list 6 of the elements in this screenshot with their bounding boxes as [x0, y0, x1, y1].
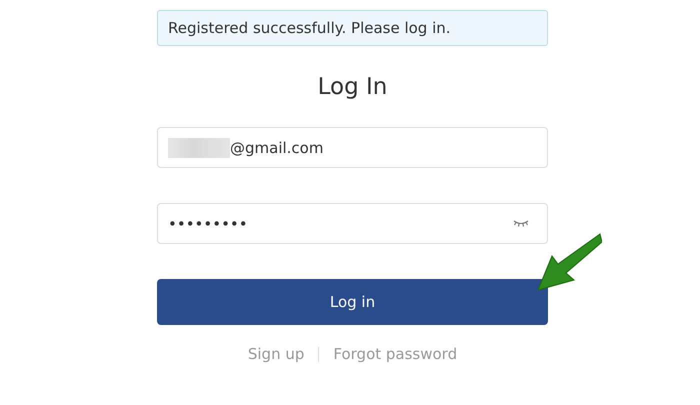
password-field[interactable]: •••••••••	[157, 203, 548, 244]
eye-closed-icon[interactable]	[513, 219, 529, 228]
login-button[interactable]: Log in	[157, 279, 548, 325]
success-alert: Registered successfully. Please log in.	[157, 10, 548, 46]
page-title: Log In	[318, 73, 388, 102]
email-field[interactable]: @gmail.com	[157, 127, 548, 168]
